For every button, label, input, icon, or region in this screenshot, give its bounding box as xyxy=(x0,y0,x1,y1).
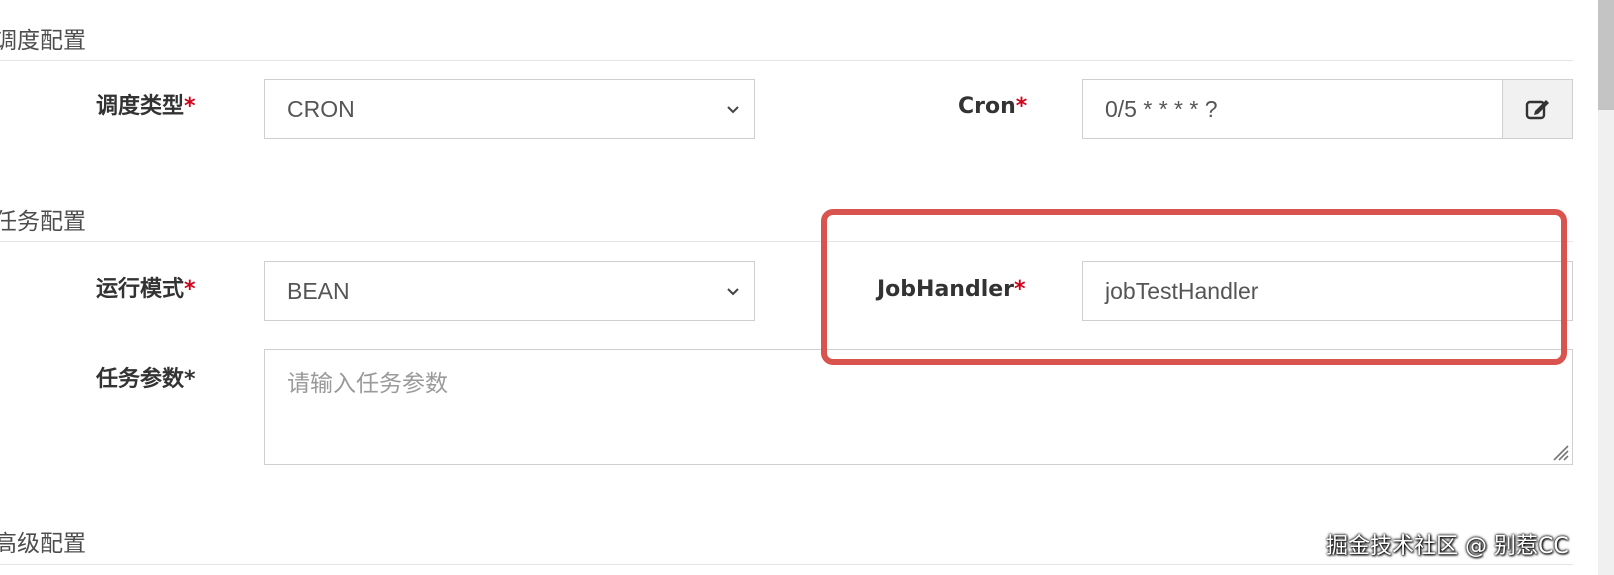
required-mark: * xyxy=(1015,94,1028,119)
task-params-placeholder: 请输入任务参数 xyxy=(287,371,448,397)
watermark: 掘金技术社区 @ 别惹CC xyxy=(1326,534,1569,559)
cron-label: Cron* xyxy=(958,93,1027,121)
schedule-type-label-text: 调度类型 xyxy=(96,94,185,119)
edit-icon xyxy=(1525,100,1549,120)
cron-value: 0/5 * * * * ? xyxy=(1105,95,1218,122)
highlight-box xyxy=(821,209,1567,365)
schedule-type-value: CRON xyxy=(287,95,355,122)
run-mode-label-text: 运行模式 xyxy=(96,277,185,302)
required-mark: * xyxy=(184,367,196,392)
chevron-down-icon xyxy=(727,288,739,296)
cron-label-text: Cron xyxy=(958,94,1016,119)
task-params-label: 任务参数* xyxy=(96,366,196,394)
task-params-textarea[interactable]: 请输入任务参数 xyxy=(264,349,1573,465)
required-mark: * xyxy=(184,277,196,302)
section-divider xyxy=(0,564,1573,565)
section-title-schedule: 调度配置 xyxy=(0,28,86,54)
run-mode-select[interactable]: BEAN xyxy=(264,261,755,321)
run-mode-value: BEAN xyxy=(287,277,350,304)
cron-input[interactable]: 0/5 * * * * ? xyxy=(1082,79,1503,139)
resize-handle-icon[interactable] xyxy=(1550,442,1570,462)
section-divider xyxy=(0,60,1573,61)
section-title-task: 任务配置 xyxy=(0,209,86,235)
section-title-advanced: 高级配置 xyxy=(0,531,86,557)
required-mark: * xyxy=(184,94,196,119)
task-params-label-text: 任务参数 xyxy=(96,367,185,392)
schedule-type-label: 调度类型* xyxy=(96,93,196,121)
schedule-type-select[interactable]: CRON xyxy=(264,79,755,139)
run-mode-label: 运行模式* xyxy=(96,276,196,304)
chevron-down-icon xyxy=(727,106,739,114)
scrollbar-thumb[interactable] xyxy=(1598,0,1614,110)
scrollbar[interactable] xyxy=(1598,0,1614,575)
cron-edit-button[interactable] xyxy=(1503,79,1573,139)
